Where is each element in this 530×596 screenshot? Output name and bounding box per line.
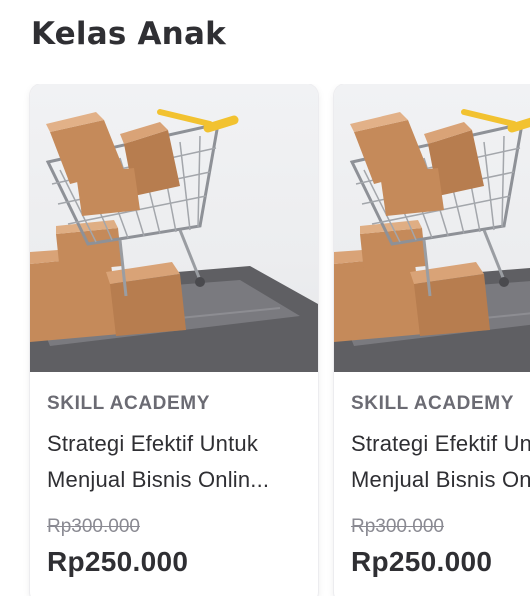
course-thumbnail xyxy=(334,84,530,372)
course-card[interactable]: SKILL ACADEMY Strategi Efektif Untuk Men… xyxy=(30,84,318,596)
course-title-line: Strategi Efektif Untuk xyxy=(47,431,259,456)
course-provider: SKILL ACADEMY xyxy=(47,393,210,414)
course-title-line: Menjual Bisnis Onlin... xyxy=(47,467,270,492)
course-card[interactable]: SKILL ACADEMY Strategi Efektif Untuk Men… xyxy=(334,84,530,596)
discount-price: Rp250.000 xyxy=(47,546,189,577)
course-title-line: Strategi Efektif Untuk xyxy=(351,431,530,456)
course-thumbnail xyxy=(30,84,318,372)
course-title[interactable]: Strategi Efektif Untuk Menjual Bisnis On… xyxy=(47,426,305,498)
course-title[interactable]: Strategi Efektif Untuk Menjual Bisnis On… xyxy=(351,426,530,498)
section-title: Kelas Anak xyxy=(31,16,226,52)
course-provider: SKILL ACADEMY xyxy=(351,393,514,414)
shopping-cart-illustration xyxy=(30,109,318,372)
discount-price: Rp250.000 xyxy=(351,546,493,577)
original-price: Rp300.000 xyxy=(351,516,444,537)
course-title-line: Menjual Bisnis Online xyxy=(351,467,530,492)
shopping-cart-illustration xyxy=(334,109,530,372)
original-price: Rp300.000 xyxy=(47,516,140,537)
course-carousel[interactable]: SKILL ACADEMY Strategi Efektif Untuk Men… xyxy=(0,84,530,596)
